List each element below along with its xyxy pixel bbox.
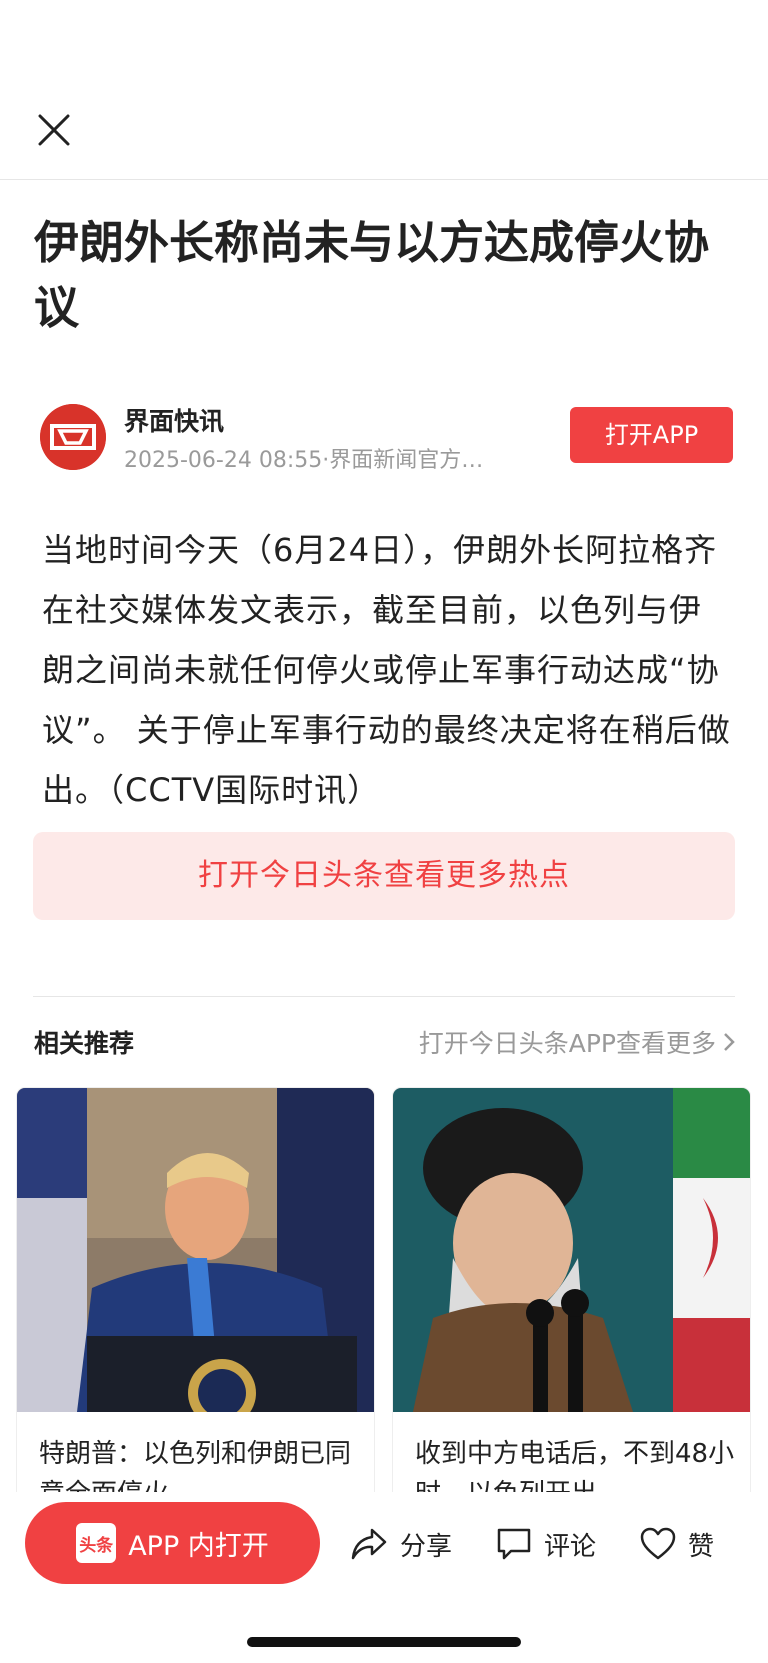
open-app-button[interactable]: 打开APP [570, 407, 733, 463]
author-meta: 2025-06-24 08:55·界面新闻官方… [124, 448, 484, 473]
related-title: 相关推荐 [34, 1029, 135, 1058]
jiemian-logo-icon [40, 404, 106, 470]
author-avatar[interactable] [40, 404, 106, 470]
author-name[interactable]: 界面快讯 [124, 402, 224, 438]
comment-label: 评论 [544, 1531, 597, 1562]
like-label: 赞 [688, 1531, 715, 1562]
share-label: 分享 [400, 1531, 453, 1562]
related-more-label: 打开今日头条APP查看更多 [418, 1029, 716, 1058]
home-indicator [247, 1637, 521, 1647]
section-divider [33, 996, 735, 997]
related-card-image [17, 1088, 374, 1412]
article-body: 当地时间今天（6月24日），伊朗外长阿拉格齐在社交媒体发文表示，截至目前，以色列… [42, 531, 731, 809]
comment-button[interactable]: 评论 [496, 1522, 596, 1566]
chevron-right-icon [724, 1033, 735, 1051]
close-icon[interactable] [36, 112, 72, 148]
related-card[interactable]: 特朗普：以色列和伊朗已同意全面停火 [17, 1088, 374, 1508]
comment-icon [497, 1528, 531, 1560]
article-title: 伊朗外长称尚未与以方达成停火协议 [34, 216, 710, 334]
more-hot-banner[interactable]: 打开今日头条查看更多热点 [33, 832, 735, 920]
like-button[interactable]: 赞 [640, 1522, 714, 1566]
share-icon [351, 1528, 387, 1560]
related-card-image [393, 1088, 750, 1412]
related-more-link[interactable]: 打开今日头条APP查看更多 [419, 1024, 736, 1060]
share-button[interactable]: 分享 [350, 1522, 452, 1566]
open-in-app-button[interactable]: 头条 APP 内打开 [25, 1502, 320, 1584]
open-in-app-label: APP 内打开 [128, 1530, 269, 1562]
author-row: 界面快讯 2025-06-24 08:55·界面新闻官方… 打开APP [40, 400, 733, 473]
related-card[interactable]: 收到中方电话后，不到48小时，以色列开出 [393, 1088, 750, 1508]
heart-icon [640, 1527, 676, 1560]
toutiao-logo-icon: 头条 [76, 1523, 117, 1563]
header-divider [0, 179, 768, 180]
